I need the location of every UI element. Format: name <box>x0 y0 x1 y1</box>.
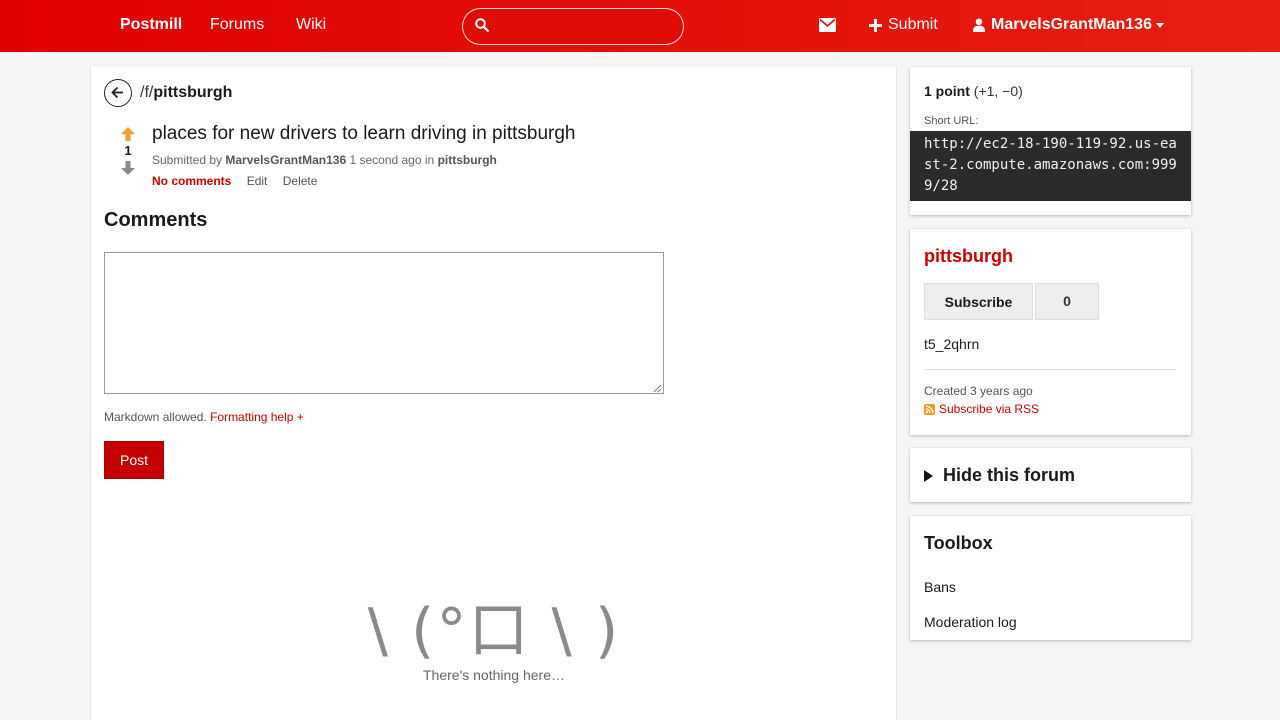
breadcrumb-prefix: /f/ <box>140 84 154 101</box>
forum-name-link[interactable]: pittsburgh <box>924 246 1013 267</box>
rss-label: Subscribe via RSS <box>939 402 1040 416</box>
forum-description: t5_2qhrn <box>924 336 980 352</box>
comment-textarea[interactable] <box>104 252 664 394</box>
top-navbar: Postmill Forums Wiki Submit MarvelsGrant… <box>0 0 1280 52</box>
subscribe-button[interactable]: Subscribe <box>924 283 1033 320</box>
post-title[interactable]: places for new drivers to learn driving … <box>152 123 575 145</box>
username-label: MarvelsGrantMan136 <box>991 16 1152 33</box>
markdown-note: Markdown allowed. Formatting help + <box>104 410 304 424</box>
empty-state-text: There's nothing here… <box>423 667 565 683</box>
post-comment-button[interactable]: Post <box>104 441 164 479</box>
post-time: 1 second ago <box>349 153 422 167</box>
points-summary: 1 point (+1, −0) <box>924 83 1023 99</box>
comments-link[interactable]: No comments <box>152 174 231 188</box>
vote-widget: 1 <box>118 127 138 175</box>
main-content: /f/pittsburgh 1 places for new drivers t… <box>90 67 897 720</box>
post-score: 1 <box>124 143 132 158</box>
edit-link[interactable]: Edit <box>247 174 268 188</box>
divider <box>924 369 1176 370</box>
toolbox-bans-link[interactable]: Bans <box>924 579 956 595</box>
submitted-by-label: Submitted by <box>152 153 223 167</box>
caret-down-icon <box>1155 22 1164 28</box>
user-menu-button[interactable]: MarvelsGrantMan136 <box>973 16 1164 34</box>
nav-wiki-link[interactable]: Wiki <box>296 16 326 34</box>
nav-forums-link[interactable]: Forums <box>210 16 264 34</box>
post-forum-link[interactable]: pittsburgh <box>438 153 497 167</box>
search-input[interactable] <box>495 15 675 39</box>
subscriber-count: 0 <box>1035 283 1099 320</box>
formatting-help-link[interactable]: Formatting help + <box>210 410 304 424</box>
envelope-icon <box>819 18 836 32</box>
post-author: MarvelsGrantMan136 <box>225 153 347 167</box>
toolbox-card: Toolbox Bans Moderation log <box>910 516 1191 640</box>
search-icon <box>475 18 489 32</box>
submit-button[interactable]: Submit <box>869 16 938 34</box>
short-url-value[interactable]: http://ec2-18-190-119-92.us-east-2.compu… <box>910 131 1191 201</box>
post-meta: Submitted by MarvelsGrantMan136 1 second… <box>152 153 497 167</box>
short-url-label: Short URL: <box>924 115 979 127</box>
breadcrumb: /f/pittsburgh <box>140 84 232 102</box>
rss-icon <box>924 403 935 415</box>
post-forum: pittsburgh <box>437 153 497 167</box>
post-info-card: 1 point (+1, −0) Short URL: http://ec2-1… <box>910 67 1191 215</box>
upvote-arrow-icon[interactable] <box>121 127 135 141</box>
hide-forum-toggle[interactable]: Hide this forum <box>924 465 1075 486</box>
hide-forum-card: Hide this forum <box>910 448 1191 502</box>
resize-grip-icon[interactable] <box>653 384 662 393</box>
markdown-allowed-text: Markdown allowed. <box>104 410 207 424</box>
points-detail: (+1, −0) <box>973 83 1023 99</box>
user-icon <box>973 18 985 32</box>
forum-created: Created 3 years ago <box>924 384 1033 398</box>
empty-state-kaomoji: \ (°口 \ ) <box>367 596 621 666</box>
arrow-left-icon <box>111 86 123 99</box>
post-author-link[interactable]: MarvelsGrantMan136 <box>225 153 346 167</box>
hide-forum-label: Hide this forum <box>943 465 1076 485</box>
post-actions: No comments Edit Delete <box>152 174 329 188</box>
submit-label: Submit <box>888 16 938 33</box>
forum-info-card: pittsburgh Subscribe 0 t5_2qhrn Created … <box>910 229 1191 435</box>
messages-button[interactable] <box>819 18 836 32</box>
in-label: in <box>424 153 435 167</box>
toolbox-moderation-log-link[interactable]: Moderation log <box>924 614 1017 630</box>
plus-icon <box>869 18 882 32</box>
search-box <box>462 8 684 45</box>
brand-logo-link[interactable]: Postmill <box>120 16 182 34</box>
toolbox-heading: Toolbox <box>924 533 993 553</box>
delete-link[interactable]: Delete <box>283 174 318 188</box>
disclosure-triangle-icon <box>924 469 933 482</box>
breadcrumb-forum-link[interactable]: pittsburgh <box>153 84 232 101</box>
comments-heading: Comments <box>104 209 208 231</box>
downvote-arrow-icon[interactable] <box>121 161 135 175</box>
back-button[interactable] <box>104 79 132 107</box>
rss-link[interactable]: Subscribe via RSS <box>924 402 1039 416</box>
points-value: 1 point <box>924 83 970 99</box>
